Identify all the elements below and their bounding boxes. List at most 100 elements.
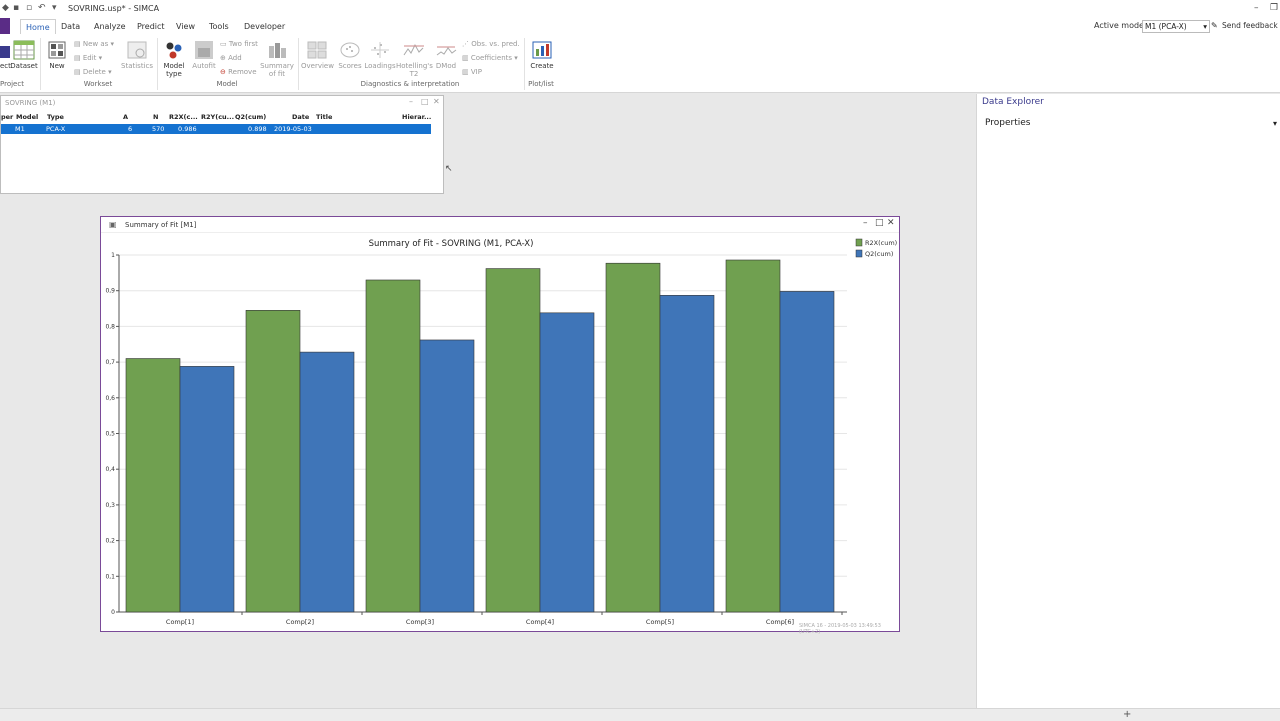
- summary-of-fit-window: ▣ Summary of Fit [M1] – □ ✕ Summary of F…: [100, 216, 900, 635]
- obs-vs-pred-icon: ⋰: [462, 40, 472, 48]
- delete-icon: ▤: [74, 68, 83, 76]
- tab-home[interactable]: Home: [20, 19, 56, 35]
- file-menu-button[interactable]: [0, 18, 10, 34]
- bar-Q2(cum)-Comp[1]: [179, 366, 235, 613]
- window-title: SOVRING.usp* - SIMCA: [68, 4, 160, 13]
- column-header-r2y[interactable]: R2Y(cu...: [201, 113, 234, 121]
- summary-of-fit-icon: [269, 43, 286, 58]
- column-header-model[interactable]: Model: [16, 113, 38, 121]
- tab-data[interactable]: Data: [56, 19, 85, 34]
- coefficients-icon: ▥: [462, 54, 471, 62]
- chevron-down-icon[interactable]: ▾: [1273, 119, 1277, 128]
- two-first-button[interactable]: ▭ Two first: [220, 40, 258, 48]
- vip-button[interactable]: ▥ VIP: [462, 68, 482, 76]
- x-tick-label: Comp[6]: [766, 618, 794, 626]
- add-icon[interactable]: +: [1123, 709, 1131, 720]
- active-model-select[interactable]: M1 (PCA-X) ▾: [1142, 20, 1210, 33]
- restore-icon[interactable]: ❐: [1270, 3, 1278, 13]
- remove-icon: ⊖: [220, 68, 229, 76]
- quick-access-dropdown-icon[interactable]: ▾: [52, 3, 57, 13]
- project-group-label: Project: [0, 80, 24, 88]
- overview-icon: [307, 41, 327, 59]
- table-row[interactable]: [1, 124, 431, 134]
- statistics-button[interactable]: Statistics: [121, 40, 153, 70]
- ribbon-tab-bar: Home Data Analyze Predict View Tools Dev…: [0, 18, 1280, 35]
- two-first-icon: ▭: [220, 40, 229, 48]
- send-feedback-link[interactable]: Send feedback: [1222, 21, 1278, 30]
- column-header-title[interactable]: Title: [316, 113, 332, 121]
- workset-list-window: SOVRING (M1) – □ ✕ per Model Type A N R2…: [0, 95, 444, 194]
- column-header-q2[interactable]: Q2(cum): [235, 113, 266, 121]
- overview-button[interactable]: Overview: [301, 40, 334, 70]
- legend-label: R2X(cum): [865, 239, 897, 247]
- y-tick-label: 0,7: [105, 359, 115, 366]
- edit-button[interactable]: ▤ Edit ▾: [74, 54, 102, 62]
- project-button[interactable]: ect: [0, 40, 11, 70]
- active-model-value: M1 (PCA-X): [1145, 22, 1187, 31]
- hotellings-icon: [403, 43, 424, 56]
- column-header-per[interactable]: per: [1, 113, 13, 121]
- feedback-icon: ✎: [1211, 21, 1218, 30]
- workset-group-label: Workset: [83, 80, 113, 88]
- delete-button[interactable]: ▤ Delete ▾: [74, 68, 112, 76]
- chart-canvas[interactable]: 0 0,1 0,2 0,3 0,4 0,5 0,6 0,7 0,8 0,9 1 Comp[1] Comp…: [101, 217, 899, 631]
- tab-view[interactable]: View: [171, 19, 200, 34]
- y-tick-label: 0: [111, 609, 115, 616]
- chart-footer: SIMCA 16 - 2019-05-03 13:49:53 (UTC+2): [799, 623, 881, 635]
- column-header-type[interactable]: Type: [47, 113, 64, 121]
- properties-section[interactable]: Properties: [985, 118, 1030, 128]
- dmod-button[interactable]: DMod: [432, 40, 460, 70]
- column-header-n[interactable]: N: [153, 113, 158, 121]
- add-component-button[interactable]: ⊕ Add: [220, 54, 242, 62]
- cell-n: 570: [152, 125, 165, 133]
- active-model-label: Active model:: [1094, 21, 1149, 30]
- column-header-r2x[interactable]: R2X(c...: [169, 113, 198, 121]
- y-tick-label: 0,3: [105, 502, 115, 509]
- tab-developer[interactable]: Developer: [239, 19, 290, 34]
- tab-analyze[interactable]: Analyze: [89, 19, 131, 34]
- new-workset-button[interactable]: New: [45, 40, 69, 70]
- legend-label: Q2(cum): [865, 250, 893, 258]
- model-type-button[interactable]: Model type: [160, 40, 188, 78]
- vip-icon: ▥: [462, 68, 471, 76]
- coefficients-button[interactable]: ▥ Coefficients ▾: [462, 54, 518, 62]
- chevron-down-icon: ▾: [1203, 22, 1207, 31]
- new-as-button[interactable]: ▤ New as ▾: [74, 40, 114, 48]
- cell-date: 2019-05-03: [274, 125, 312, 133]
- bar-Q2(cum)-Comp[3]: [419, 339, 475, 613]
- y-tick-label: 0,6: [105, 395, 115, 402]
- bar-Q2(cum)-Comp[6]: [779, 291, 835, 613]
- diagnostics-group-label: Diagnostics & interpretation: [360, 80, 460, 88]
- autofit-button[interactable]: Autofit: [190, 40, 218, 70]
- obs-vs-pred-button[interactable]: ⋰ Obs. vs. pred.: [462, 40, 520, 48]
- maximize-icon[interactable]: □: [421, 97, 429, 106]
- legend-swatch: [855, 249, 863, 258]
- column-header-hierarchy[interactable]: Hierar...: [402, 113, 431, 121]
- tab-predict[interactable]: Predict: [132, 19, 170, 34]
- y-tick-label: 1: [111, 252, 115, 259]
- copy-icon[interactable]: ▫: [26, 3, 32, 13]
- tab-tools[interactable]: Tools: [204, 19, 234, 34]
- column-header-a[interactable]: A: [123, 113, 128, 121]
- minimize-icon[interactable]: –: [409, 97, 413, 106]
- remove-component-button[interactable]: ⊖ Remove: [220, 68, 257, 76]
- cell-q2: 0.898: [248, 125, 267, 133]
- app-icon: ◆: [2, 3, 9, 13]
- dataset-button[interactable]: Dataset: [10, 40, 38, 70]
- bar-R2X(cum)-Comp[4]: [485, 268, 541, 613]
- loadings-button[interactable]: Loadings: [364, 40, 396, 70]
- data-explorer-title: Data Explorer: [982, 97, 1044, 107]
- summary-of-fit-button[interactable]: Summary of fit: [260, 40, 294, 78]
- column-header-date[interactable]: Date: [292, 113, 309, 121]
- save-icon[interactable]: ▪: [13, 3, 19, 13]
- hotellings-t2-button[interactable]: Hotelling's T2: [396, 40, 433, 78]
- bar-Q2(cum)-Comp[2]: [299, 351, 355, 613]
- create-plot-button[interactable]: Create: [528, 40, 556, 70]
- minimize-icon[interactable]: –: [1254, 3, 1259, 13]
- x-tick-label: Comp[3]: [406, 618, 434, 626]
- undo-icon[interactable]: ↶: [38, 3, 46, 13]
- scores-button[interactable]: Scores: [336, 40, 364, 70]
- y-tick-label: 0,5: [105, 431, 115, 438]
- ribbon-separator: [157, 38, 158, 90]
- close-icon[interactable]: ✕: [433, 97, 440, 106]
